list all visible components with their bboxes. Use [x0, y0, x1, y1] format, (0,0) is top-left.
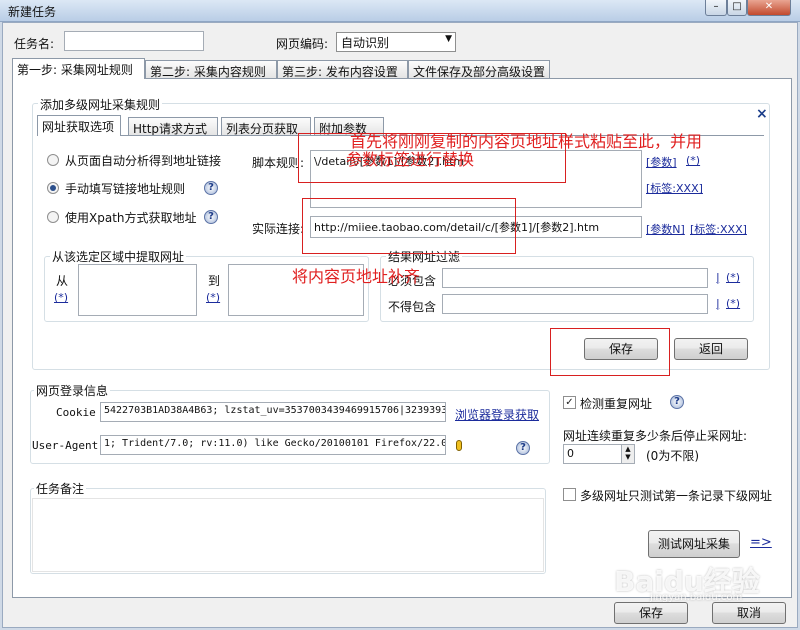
cookie-input[interactable]: 5422703B1AD38A4B63; lzstat_uv=3537003439… [100, 402, 446, 422]
footer-save-button[interactable]: 保存 [614, 602, 688, 624]
radio-xpath[interactable] [47, 211, 59, 223]
help-icon[interactable]: ? [516, 441, 530, 455]
to-label: 到 [208, 274, 221, 288]
tab-advanced[interactable]: 文件保存及部分高级设置 [408, 60, 550, 79]
test-url-button[interactable]: 测试网址采集 [648, 530, 740, 558]
option-auto-label: 从页面自动分析得到地址链接 [65, 154, 222, 168]
tag-link-2[interactable]: [标签:XXX] [690, 221, 747, 237]
encoding-select[interactable]: 自动识别 ▼ [336, 32, 456, 52]
close-rule-icon[interactable]: × [756, 106, 768, 122]
first-record-label: 多级网址只测试第一条记录下级网址 [580, 489, 773, 503]
back-button[interactable]: 返回 [674, 338, 748, 360]
cookie-label: Cookie [56, 406, 96, 419]
footer-cancel-button[interactable]: 取消 [712, 602, 786, 624]
title-bar: 新建任务 – □ ✕ [0, 0, 800, 22]
must-contain-input[interactable] [442, 268, 708, 288]
task-name-input[interactable] [64, 31, 204, 51]
must-wildcard-link[interactable]: (*) [726, 271, 740, 284]
user-agent-input[interactable]: 1; Trident/7.0; rv:11.0) like Gecko/2010… [100, 435, 446, 455]
actual-link-label: 实际连接: [252, 222, 305, 236]
stop-after-label: 网址连续重复多少条后停止采网址: [563, 429, 748, 443]
first-record-checkbox[interactable] [563, 488, 576, 501]
login-group-title: 网页登录信息 [34, 382, 111, 399]
mustnot-wildcard-link[interactable]: (*) [726, 297, 740, 310]
must-not-contain-input[interactable] [442, 294, 708, 314]
stop-count-note: (0为不限) [646, 449, 699, 463]
subtab-http[interactable]: Http请求方式 [128, 117, 218, 136]
encoding-label: 网页编码: [276, 37, 329, 51]
close-window-button[interactable]: ✕ [747, 0, 791, 16]
must-not-contain-label: 不得包含 [388, 300, 437, 314]
notes-input[interactable] [32, 498, 544, 572]
stop-count-value: 0 [567, 447, 574, 460]
check-duplicate-checkbox[interactable]: ✓ [563, 396, 576, 409]
annotation-box-save [550, 328, 670, 376]
help-icon[interactable]: ? [204, 210, 218, 224]
radio-auto-analyze[interactable] [47, 154, 59, 166]
from-label: 从 [56, 274, 69, 288]
check-duplicate-label: 检测重复网址 [580, 397, 653, 411]
annotation-box-actual [302, 198, 516, 254]
wildcard-link[interactable]: (*) [686, 154, 700, 167]
annotation-text-1b: 参数标签进行替换 [346, 150, 475, 169]
user-agent-label: User-Agent [32, 439, 99, 452]
extract-group-title: 从该选定区域中提取网址 [50, 248, 187, 265]
from-input[interactable] [78, 264, 197, 316]
param-link[interactable]: [参数] [646, 154, 677, 170]
option-xpath-label: 使用Xpath方式获取地址 [65, 211, 197, 225]
from-wildcard-link[interactable]: (*) [54, 291, 68, 304]
window-title: 新建任务 [8, 5, 57, 19]
rules-group-title: 添加多级网址采集规则 [38, 96, 163, 113]
spinner-arrows-icon[interactable]: ▲ ▼ [621, 445, 634, 463]
subtab-url-options[interactable]: 网址获取选项 [37, 115, 121, 136]
task-name-label: 任务名: [14, 37, 55, 51]
radio-manual-rule[interactable] [47, 182, 59, 194]
annotation-text-2: 将内容页地址补齐 [292, 267, 421, 286]
minimize-button[interactable]: – [705, 0, 727, 16]
option-manual-label: 手动填写链接地址规则 [65, 182, 186, 196]
browser-login-link[interactable]: 浏览器登录获取 [455, 406, 539, 423]
maximize-button[interactable]: □ [727, 0, 747, 16]
expand-arrow-link[interactable]: => [750, 535, 772, 550]
to-wildcard-link[interactable]: (*) [206, 291, 220, 304]
bulb-icon[interactable] [456, 440, 462, 451]
notes-group-title: 任务备注 [34, 480, 87, 497]
stop-count-input[interactable]: 0 ▲ ▼ [563, 444, 635, 464]
help-icon[interactable]: ? [204, 181, 218, 195]
tab-step1[interactable]: 第一步: 采集网址规则 [12, 58, 145, 79]
must-bar-link[interactable]: | [716, 271, 720, 284]
tag-link[interactable]: [标签:XXX] [646, 180, 703, 196]
script-rule-label: 脚本规则: [252, 156, 305, 170]
chevron-down-icon: ▼ [445, 34, 452, 44]
help-icon[interactable]: ? [670, 395, 684, 409]
tab-step3[interactable]: 第三步: 发布内容设置 [277, 60, 408, 79]
paramN-link[interactable]: [参数N] [646, 221, 685, 237]
encoding-value: 自动识别 [341, 36, 390, 50]
tab-step2[interactable]: 第二步: 采集内容规则 [145, 60, 277, 79]
mustnot-bar-link[interactable]: | [716, 297, 720, 310]
